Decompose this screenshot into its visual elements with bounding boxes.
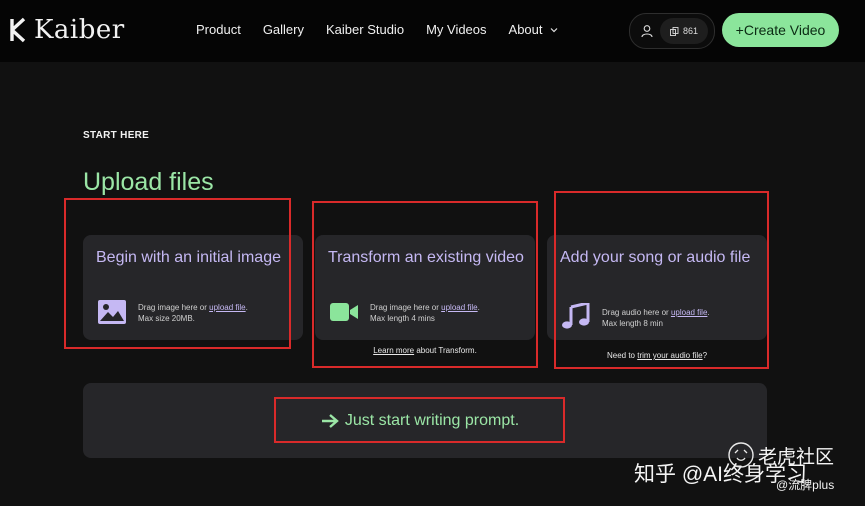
user-icon bbox=[641, 25, 653, 38]
kaiber-logo-icon bbox=[10, 17, 26, 43]
start-here-label: START HERE bbox=[83, 130, 150, 141]
kaiber-logo[interactable]: Kaiber bbox=[10, 14, 125, 46]
account-pill[interactable]: 861 bbox=[629, 13, 715, 49]
create-video-button[interactable]: +Create Video bbox=[722, 13, 839, 47]
nav-gallery[interactable]: Gallery bbox=[263, 22, 304, 37]
nav-my-videos[interactable]: My Videos bbox=[426, 22, 486, 37]
nav-about[interactable]: About bbox=[509, 22, 559, 37]
tiger-community-watermark: 老虎社区 bbox=[758, 447, 835, 468]
credits-count: 861 bbox=[682, 26, 699, 36]
nav-kaiber-studio[interactable]: Kaiber Studio bbox=[326, 22, 404, 37]
nav-about-label: About bbox=[508, 22, 543, 37]
tiger-logo-icon bbox=[728, 442, 754, 468]
credits-badge: 861 bbox=[660, 18, 708, 44]
logo-text: Kaiber bbox=[34, 15, 125, 45]
annotation-box-prompt bbox=[274, 397, 565, 443]
page-title: Upload files bbox=[83, 168, 214, 196]
annotation-box-audio bbox=[554, 191, 769, 369]
chevron-down-icon bbox=[550, 27, 557, 32]
main-nav: Product Gallery Kaiber Studio My Videos … bbox=[196, 22, 581, 37]
annotation-box-image bbox=[64, 198, 291, 349]
annotation-box-video bbox=[312, 201, 538, 368]
credits-icon bbox=[670, 26, 679, 36]
author-watermark: @流脾plus bbox=[776, 478, 835, 492]
nav-product[interactable]: Product bbox=[196, 22, 241, 37]
top-nav-bar: Kaiber Product Gallery Kaiber Studio My … bbox=[0, 0, 865, 62]
